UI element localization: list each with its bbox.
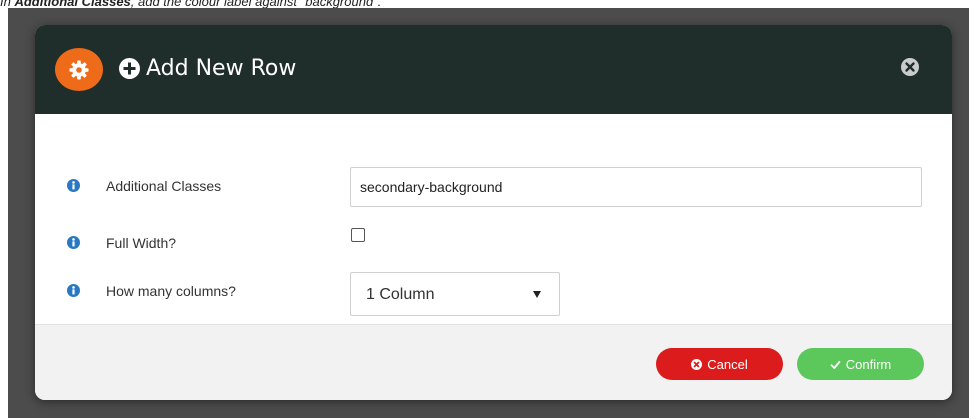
full-width-label: Full Width? xyxy=(106,235,177,251)
confirm-button[interactable]: Confirm xyxy=(797,348,924,380)
additional-classes-label: Additional Classes xyxy=(106,178,222,194)
info-icon xyxy=(67,284,80,297)
info-icon xyxy=(67,179,80,192)
check-icon xyxy=(830,360,841,369)
add-row-modal: Add New Row Additional Classes Full Widt… xyxy=(35,25,952,400)
info-icon xyxy=(67,236,80,249)
gear-icon xyxy=(69,60,89,80)
cancel-label: Cancel xyxy=(707,356,748,372)
additional-classes-input[interactable] xyxy=(350,167,922,207)
columns-select[interactable]: 1 Column xyxy=(350,272,560,316)
cancel-button[interactable]: Cancel xyxy=(656,348,783,380)
columns-select-value: 1 Column xyxy=(366,286,435,303)
full-width-checkbox[interactable] xyxy=(351,228,365,242)
modal-footer: Cancel Confirm xyxy=(35,324,952,400)
chevron-down-icon xyxy=(533,291,541,298)
plus-circle-icon xyxy=(119,58,140,79)
confirm-label: Confirm xyxy=(845,356,892,372)
columns-label: How many columns? xyxy=(106,283,236,299)
modal-title: Add New Row xyxy=(146,56,297,81)
close-circle-icon[interactable] xyxy=(901,58,919,76)
times-circle-icon xyxy=(691,359,703,371)
modal-header: Add New Row xyxy=(35,25,952,114)
gear-badge xyxy=(55,48,103,91)
modal-body: Additional Classes Full Width? How many … xyxy=(35,114,952,324)
